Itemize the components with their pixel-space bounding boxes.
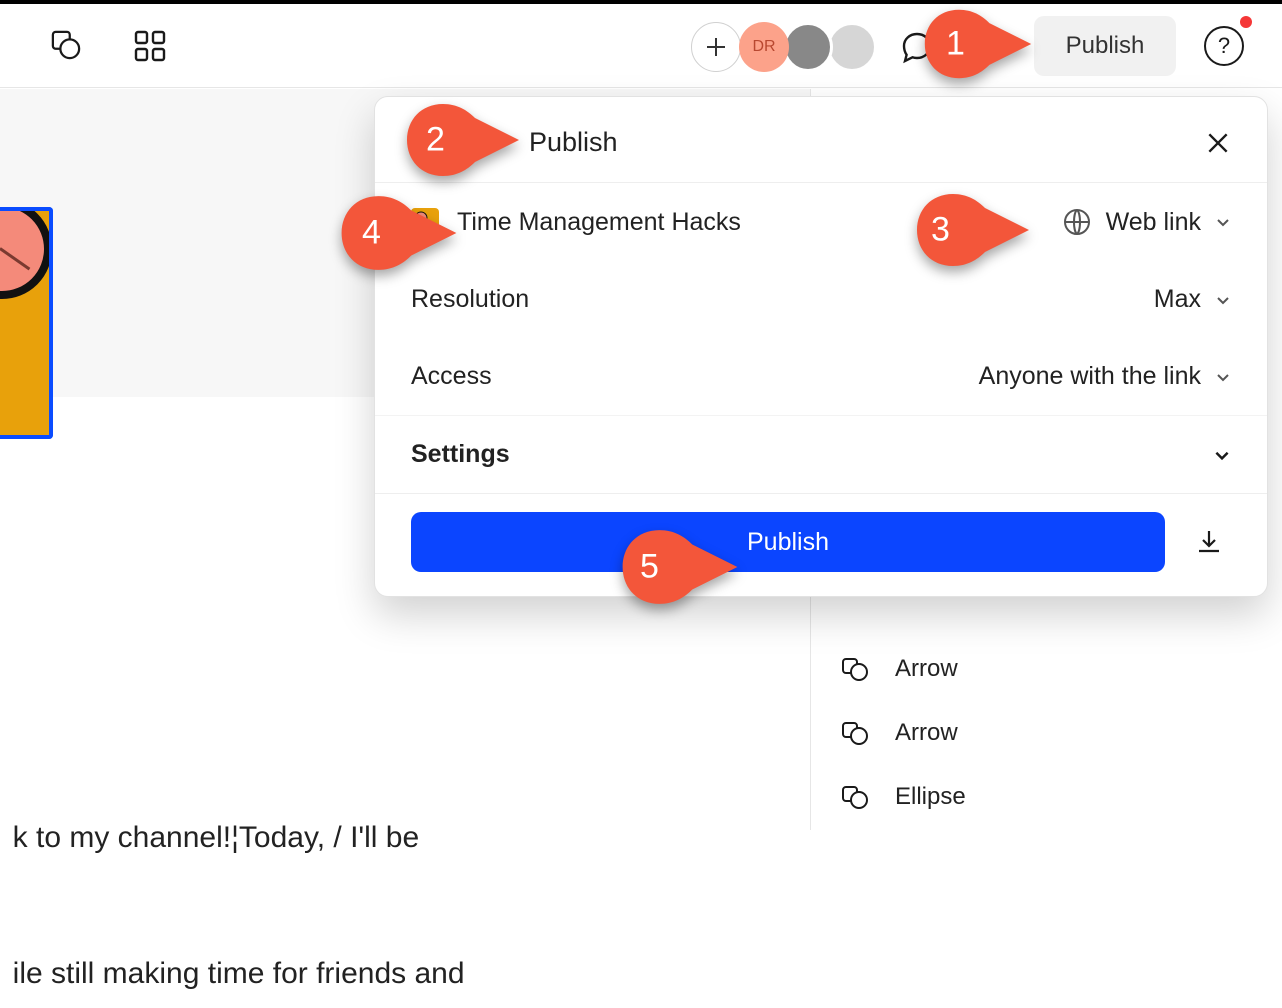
publish-confirm-label: Publish bbox=[747, 528, 829, 557]
resolution-value: Max bbox=[1154, 285, 1201, 314]
help-button[interactable]: ? bbox=[1204, 26, 1244, 66]
shape-layer-icon bbox=[841, 657, 871, 681]
layer-item[interactable]: Arrow bbox=[811, 637, 1282, 701]
close-icon[interactable] bbox=[1205, 130, 1231, 156]
publish-target-label: Web link bbox=[1106, 208, 1201, 237]
annotation-callout-4: 4 bbox=[334, 192, 464, 274]
chevron-down-icon bbox=[1215, 292, 1231, 308]
plus-icon bbox=[705, 36, 727, 58]
annotation-number: 4 bbox=[362, 214, 381, 253]
access-row[interactable]: Access Anyone with the link bbox=[375, 338, 1267, 415]
document-text: k to my channel!¦Today, / I'll be ile st… bbox=[0, 736, 465, 1008]
chevron-down-icon bbox=[1213, 446, 1231, 464]
notification-dot-icon bbox=[1240, 16, 1252, 28]
collaborator-avatars: DR bbox=[745, 22, 877, 72]
access-value: Anyone with the link bbox=[979, 362, 1201, 391]
annotation-number: 1 bbox=[946, 25, 965, 64]
annotation-number: 5 bbox=[640, 548, 659, 587]
layer-label: Arrow bbox=[895, 655, 958, 683]
resolution-label: Resolution bbox=[411, 285, 529, 314]
shape-layer-icon bbox=[841, 785, 871, 809]
clock-icon bbox=[0, 207, 52, 299]
layer-label: Arrow bbox=[895, 719, 958, 747]
annotation-callout-2: 2 bbox=[398, 100, 528, 180]
avatar-3[interactable] bbox=[827, 22, 877, 72]
selected-frame-thumbnail[interactable] bbox=[0, 207, 53, 439]
annotation-callout-5: 5 bbox=[612, 526, 748, 608]
doc-line-1: k to my channel!¦Today, / I'll be bbox=[13, 821, 420, 854]
avatar-2[interactable] bbox=[783, 22, 833, 72]
resolution-row[interactable]: Resolution Max bbox=[375, 261, 1267, 338]
annotation-callout-3: 3 bbox=[903, 190, 1043, 270]
layer-item[interactable]: Ellipse bbox=[811, 765, 1282, 829]
layer-label: Ellipse bbox=[895, 783, 966, 811]
annotation-callout-1: 1 bbox=[918, 6, 1038, 82]
app-grid-icon[interactable] bbox=[134, 30, 166, 62]
avatar-1[interactable]: DR bbox=[739, 22, 789, 72]
annotation-number: 3 bbox=[931, 211, 950, 250]
add-button[interactable] bbox=[691, 22, 741, 72]
publish-target-select[interactable]: Web link bbox=[1062, 207, 1231, 237]
layer-item[interactable]: Arrow bbox=[811, 701, 1282, 765]
settings-label: Settings bbox=[411, 440, 510, 469]
doc-line-2: ile still making time for friends and bbox=[13, 957, 465, 990]
chevron-down-icon bbox=[1215, 369, 1231, 385]
shape-layer-icon bbox=[841, 721, 871, 745]
shape-tool-icon[interactable] bbox=[50, 30, 82, 60]
modal-title: Publish bbox=[529, 127, 618, 158]
publish-button-top[interactable]: Publish bbox=[1034, 16, 1176, 76]
top-toolbar: DR Publish ? bbox=[0, 0, 1282, 88]
project-row[interactable]: Time Management Hacks Web link bbox=[375, 183, 1267, 261]
project-name: Time Management Hacks bbox=[457, 208, 741, 237]
publish-confirm-button[interactable]: Publish bbox=[411, 512, 1165, 572]
download-icon bbox=[1194, 527, 1224, 557]
download-button[interactable] bbox=[1187, 520, 1231, 564]
globe-icon bbox=[1062, 207, 1092, 237]
annotation-number: 2 bbox=[426, 121, 445, 160]
chevron-down-icon bbox=[1215, 214, 1231, 230]
settings-row[interactable]: Settings bbox=[375, 415, 1267, 493]
access-label: Access bbox=[411, 362, 492, 391]
